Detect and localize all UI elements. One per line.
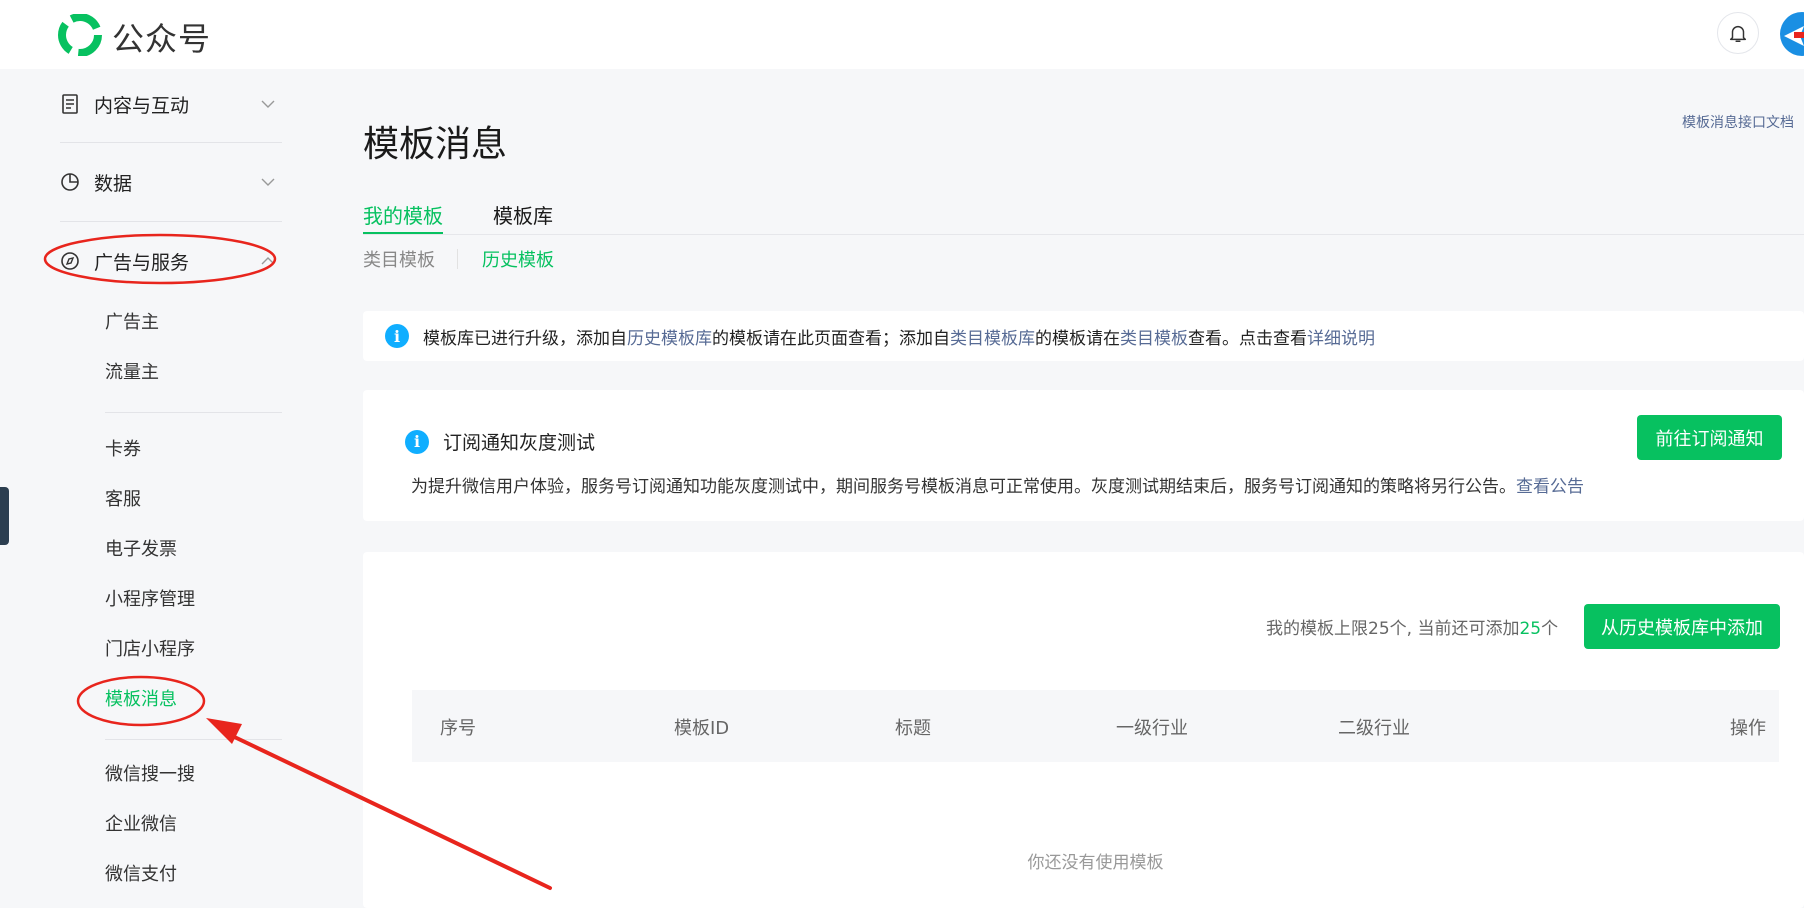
sidebar-group-content[interactable]: 内容与互动 [60, 76, 282, 132]
bell-icon [1729, 25, 1747, 42]
sidebar-item-advertiser[interactable]: 广告主 [105, 309, 159, 337]
sidebar-divider [105, 412, 282, 413]
subscription-desc-row: 为提升微信用户体验，服务号订阅通知功能灰度测试中，期间服务号模板消息可正常使用。… [411, 472, 1584, 497]
tab-my-templates[interactable]: 我的模板 [363, 200, 443, 234]
pie-chart-icon [60, 172, 80, 192]
template-limit-text: 我的模板上限25个, 当前还可添加25个 [1266, 614, 1558, 639]
column-header-secondary-industry: 二级行业 [1338, 718, 1410, 739]
tab-underline [363, 234, 1804, 235]
sidebar-divider [60, 221, 282, 222]
upgrade-notice: i 模板库已进行升级，添加自 历史模板库 的模板请在此页面查看；添加自 类目模板… [363, 311, 1804, 361]
subscription-title: 订阅通知灰度测试 [443, 432, 596, 454]
subtab-category-templates[interactable]: 类目模板 [363, 246, 435, 272]
notice-text: 模板库已进行升级，添加自 [423, 328, 627, 349]
sidebar-item-coupons[interactable]: 卡券 [105, 436, 141, 464]
goto-subscription-button[interactable]: 前往订阅通知 [1637, 415, 1782, 460]
limit-prefix: 我的模板上限25个, 当前还可添加 [1266, 619, 1520, 639]
sidebar-group-data[interactable]: 数据 [60, 154, 282, 210]
compass-icon [60, 251, 80, 271]
details-link[interactable]: 详细说明 [1307, 324, 1375, 349]
sidebar-item-customer-service[interactable]: 客服 [105, 486, 141, 514]
sidebar-item-wecom[interactable]: 企业微信 [105, 811, 177, 839]
sidebar-item-mini-program[interactable]: 小程序管理 [105, 586, 195, 614]
chevron-down-icon [261, 100, 275, 108]
notice-text: 的模板请在此页面查看；添加自 [712, 328, 950, 349]
top-bar: 公众号 [0, 0, 1804, 69]
doc-link[interactable]: 模板消息接口文档 [1682, 112, 1794, 132]
chevron-up-icon [261, 257, 275, 265]
page-title: 模板消息 [363, 124, 508, 165]
subscription-title-row: i 订阅通知灰度测试 [405, 428, 595, 455]
floating-side-tab[interactable] [0, 487, 9, 545]
announcement-link[interactable]: 查看公告 [1516, 477, 1584, 497]
limit-remaining: 25 [1519, 619, 1542, 639]
table-header: 序号 模板ID 标题 一级行业 二级行业 操作 [412, 690, 1779, 762]
notification-button[interactable] [1717, 12, 1759, 54]
column-header-template-id: 模板ID [674, 718, 730, 739]
brand-name: 公众号 [112, 20, 212, 58]
subscription-card: i 订阅通知灰度测试 为提升微信用户体验，服务号订阅通知功能灰度测试中，期间服务… [363, 390, 1804, 521]
column-header-index: 序号 [440, 718, 476, 739]
add-from-history-button[interactable]: 从历史模板库中添加 [1584, 604, 1780, 649]
info-icon: i [385, 324, 409, 348]
subtab-separator [457, 249, 458, 269]
sidebar-item-wechat-search[interactable]: 微信搜一搜 [105, 761, 195, 789]
category-templates-link[interactable]: 类目模板 [1120, 324, 1188, 349]
column-header-actions: 操作 [1730, 718, 1766, 739]
sidebar-item-wechat-pay[interactable]: 微信支付 [105, 861, 177, 889]
wechat-mp-logo[interactable] [58, 14, 102, 56]
column-header-primary-industry: 一级行业 [1116, 718, 1188, 739]
tab-template-library[interactable]: 模板库 [493, 200, 553, 234]
templates-card: 我的模板上限25个, 当前还可添加25个 从历史模板库中添加 序号 模板ID 标… [363, 552, 1804, 908]
column-header-title: 标题 [895, 718, 931, 739]
sidebar-group-label: 内容与互动 [94, 94, 190, 117]
subtab-history-templates[interactable]: 历史模板 [482, 246, 554, 272]
category-library-link[interactable]: 类目模板库 [950, 324, 1035, 349]
sidebar-group-label: 数据 [94, 172, 133, 195]
sidebar-item-publisher[interactable]: 流量主 [105, 359, 159, 387]
sidebar: 内容与互动 数据 广告与服务 广告主 流量主 卡券 客服 电子发票 小程序管理 … [0, 69, 300, 908]
notice-text: 的模板请在 [1035, 328, 1120, 349]
sidebar-divider [105, 739, 282, 740]
notice-text: 查看。点击查看 [1188, 328, 1307, 349]
sidebar-item-e-invoice[interactable]: 电子发票 [105, 536, 177, 564]
sidebar-group-ads-services[interactable]: 广告与服务 [60, 233, 282, 289]
document-icon [60, 94, 80, 114]
avatar[interactable] [1780, 12, 1804, 56]
chevron-down-icon [261, 178, 275, 186]
empty-state-text: 你还没有使用模板 [1027, 853, 1164, 873]
history-library-link[interactable]: 历史模板库 [627, 324, 712, 349]
sidebar-item-template-message[interactable]: 模板消息 [105, 686, 177, 714]
sidebar-divider [60, 142, 282, 143]
info-icon: i [405, 429, 429, 454]
limit-suffix: 个 [1541, 619, 1559, 639]
subscription-desc: 为提升微信用户体验，服务号订阅通知功能灰度测试中，期间服务号模板消息可正常使用。… [411, 477, 1516, 497]
sidebar-group-label: 广告与服务 [94, 251, 190, 274]
sidebar-item-store-mini-program[interactable]: 门店小程序 [105, 636, 195, 664]
